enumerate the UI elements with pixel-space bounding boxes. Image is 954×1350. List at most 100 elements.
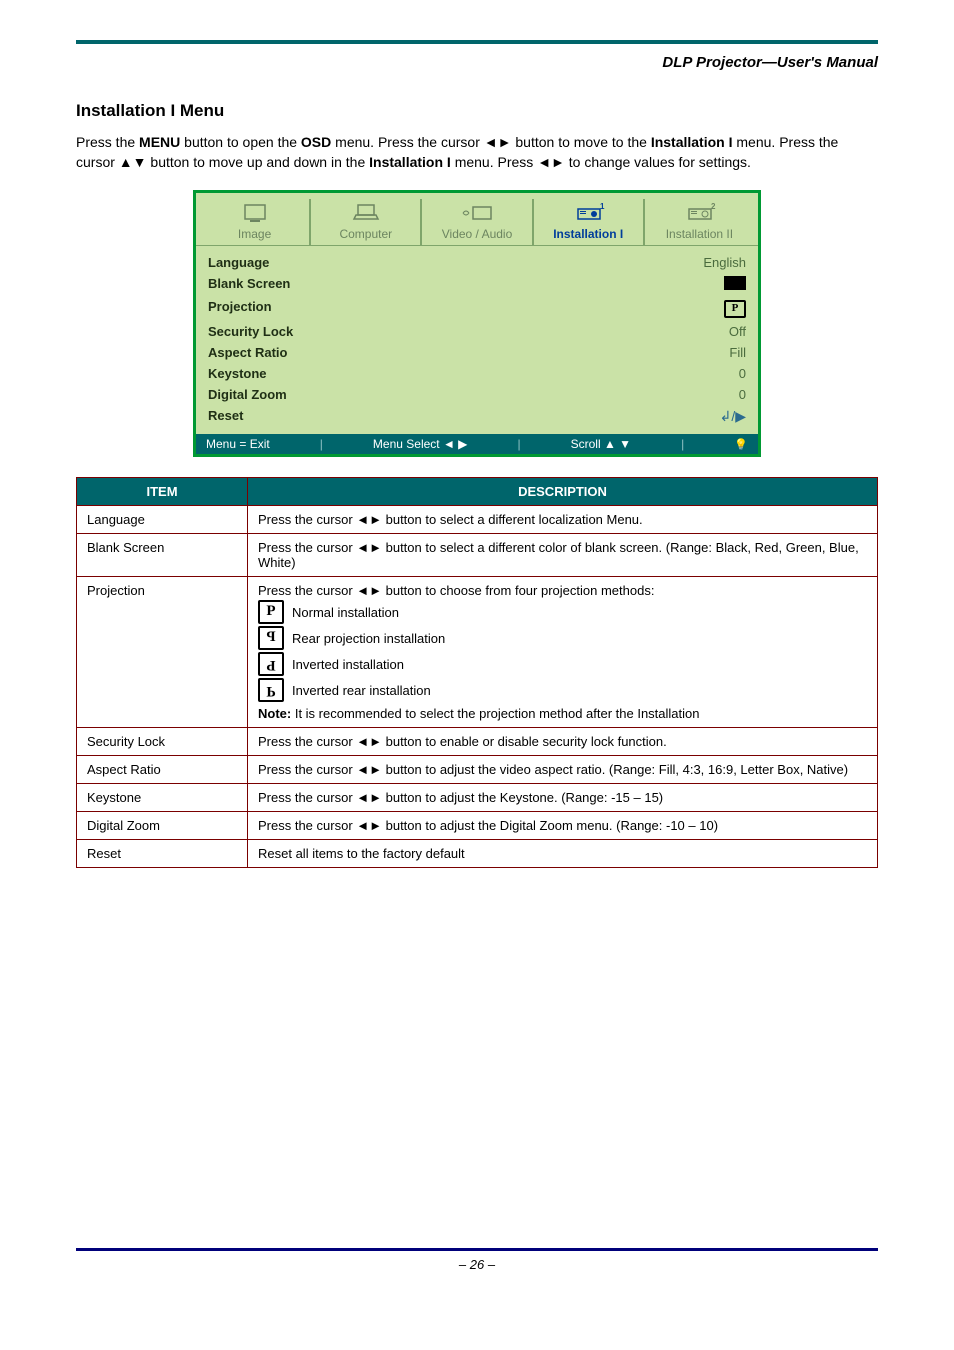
desc-text: button to open the [180, 134, 301, 150]
section-description: Press the MENU button to open the OSD me… [76, 133, 878, 172]
page-number: – 26 – [459, 1257, 495, 1272]
note-label: Note: [258, 706, 291, 721]
osd-item-label: Security Lock [208, 324, 293, 339]
option-label: Inverted rear installation [292, 683, 431, 698]
osd-item-label: Keystone [208, 366, 267, 381]
osd-row-projection[interactable]: Projection P [208, 296, 746, 321]
divider: | [320, 437, 323, 451]
osd-item-label: Projection [208, 299, 272, 318]
option-label: Rear projection installation [292, 631, 445, 646]
desc-text: Press the cursor [258, 818, 356, 833]
osd-row-blank-screen[interactable]: Blank Screen [208, 273, 746, 296]
osd-tab-computer[interactable]: Computer [311, 199, 422, 245]
item-cell: Projection [77, 577, 248, 728]
left-right-arrows-icon: ◄► [356, 762, 382, 777]
projector-icon: 1 [568, 201, 608, 225]
col-header-desc: DESCRIPTION [248, 478, 878, 506]
osd-row-keystone[interactable]: Keystone 0 [208, 363, 746, 384]
left-right-arrows-icon: ◄► [356, 734, 382, 749]
osd-tab-image[interactable]: Image [200, 199, 311, 245]
osd-body: Language English Blank Screen Projection… [196, 246, 758, 434]
projection-inverted-icon: P [258, 652, 284, 676]
tab-label: Installation I [553, 227, 623, 241]
col-header-item: ITEM [77, 478, 248, 506]
divider: | [517, 437, 520, 451]
tab-label: Installation II [666, 227, 733, 241]
projection-option: P Inverted rear installation [258, 678, 867, 702]
divider: | [681, 437, 684, 451]
tab-label: Computer [339, 227, 392, 241]
item-cell: Reset [77, 840, 248, 868]
item-cell: Security Lock [77, 728, 248, 756]
projection-normal-icon: P [258, 600, 284, 624]
osd-row-language[interactable]: Language English [208, 252, 746, 273]
desc-text: button to move up and down in the [147, 154, 370, 170]
desc-text: Press the cursor [258, 734, 356, 749]
table-row: Aspect Ratio Press the cursor ◄► button … [77, 756, 878, 784]
osd-screenshot: Image Computer Video / Audio 1 Installat… [193, 190, 761, 457]
page-footer: – 26 – [76, 1248, 878, 1272]
osd-item-value: Fill [729, 345, 746, 360]
audio-icon [457, 201, 497, 225]
desc-text: menu. Press [451, 154, 537, 170]
desc-cell: Press the cursor ◄► button to select a d… [248, 506, 878, 534]
tab-name: Installation I [369, 154, 451, 170]
black-swatch-icon [724, 276, 746, 290]
osd-tabs: Image Computer Video / Audio 1 Installat… [196, 193, 758, 246]
desc-text: to change values for settings. [565, 154, 751, 170]
desc-cell: Press the cursor ◄► button to adjust the… [248, 812, 878, 840]
left-right-arrows-icon: ◄► [356, 540, 382, 555]
tab-label: Video / Audio [442, 227, 513, 241]
up-down-arrows-icon: ▲▼ [119, 154, 147, 170]
table-row: Blank Screen Press the cursor ◄► button … [77, 534, 878, 577]
document-title: DLP Projector—User's Manual [76, 54, 878, 71]
description-table: ITEM DESCRIPTION Language Press the curs… [76, 477, 878, 868]
desc-cell: Press the cursor ◄► button to enable or … [248, 728, 878, 756]
desc-cell: Reset all items to the factory default [248, 840, 878, 868]
osd-tab-video-audio[interactable]: Video / Audio [422, 199, 533, 245]
osd-tab-installation-2[interactable]: 2 Installation II [645, 199, 754, 245]
projection-normal-icon: P [724, 300, 746, 318]
osd-item-label: Digital Zoom [208, 387, 287, 402]
lamp-icon: 💡 [734, 438, 748, 451]
item-cell: Keystone [77, 784, 248, 812]
projection-option: P Inverted installation [258, 652, 867, 676]
desc-text: button to adjust the video aspect ratio.… [382, 762, 848, 777]
left-right-arrows-icon: ◄► [356, 818, 382, 833]
table-row: Security Lock Press the cursor ◄► button… [77, 728, 878, 756]
osd-item-value: P [724, 299, 746, 318]
desc-cell: Press the cursor ◄► button to select a d… [248, 534, 878, 577]
option-label: Inverted installation [292, 657, 404, 672]
osd-row-digital-zoom[interactable]: Digital Zoom 0 [208, 384, 746, 405]
projection-inverted-rear-icon: P [258, 678, 284, 702]
osd-tab-installation-1[interactable]: 1 Installation I [534, 199, 645, 245]
option-label: Normal installation [292, 605, 399, 620]
projection-option: P Normal installation [258, 600, 867, 624]
osd-row-security-lock[interactable]: Security Lock Off [208, 321, 746, 342]
desc-cell: Press the cursor ◄► button to adjust the… [248, 784, 878, 812]
page: DLP Projector—User's Manual Installation… [0, 0, 954, 1332]
section-title: Installation I Menu [76, 101, 878, 121]
desc-text: Press the [76, 134, 139, 150]
svg-text:1: 1 [600, 202, 605, 211]
svg-text:2: 2 [711, 202, 716, 211]
desc-text: Press the cursor [258, 540, 356, 555]
left-right-arrows-icon: ◄► [484, 134, 512, 150]
osd-footer: Menu = Exit | Menu Select ◄ ▶ | Scroll ▲… [196, 434, 758, 454]
left-right-arrows-icon: ◄► [356, 790, 382, 805]
desc-text: button to adjust the Keystone. (Range: -… [382, 790, 663, 805]
table-row: Digital Zoom Press the cursor ◄► button … [77, 812, 878, 840]
desc-cell: Press the cursor ◄► button to adjust the… [248, 756, 878, 784]
osd-label: OSD [301, 134, 331, 150]
left-right-arrows-icon: ◄► [356, 583, 382, 598]
osd-row-aspect-ratio[interactable]: Aspect Ratio Fill [208, 342, 746, 363]
table-row: Keystone Press the cursor ◄► button to a… [77, 784, 878, 812]
desc-text: menu. Press the cursor [331, 134, 484, 150]
tab-label: Image [238, 227, 271, 241]
tab-name: Installation I [651, 134, 733, 150]
osd-item-label: Language [208, 255, 269, 270]
projector-icon: 2 [679, 201, 719, 225]
osd-row-reset[interactable]: Reset ↲/▶ [208, 405, 746, 428]
osd-item-label: Blank Screen [208, 276, 290, 293]
item-cell: Digital Zoom [77, 812, 248, 840]
